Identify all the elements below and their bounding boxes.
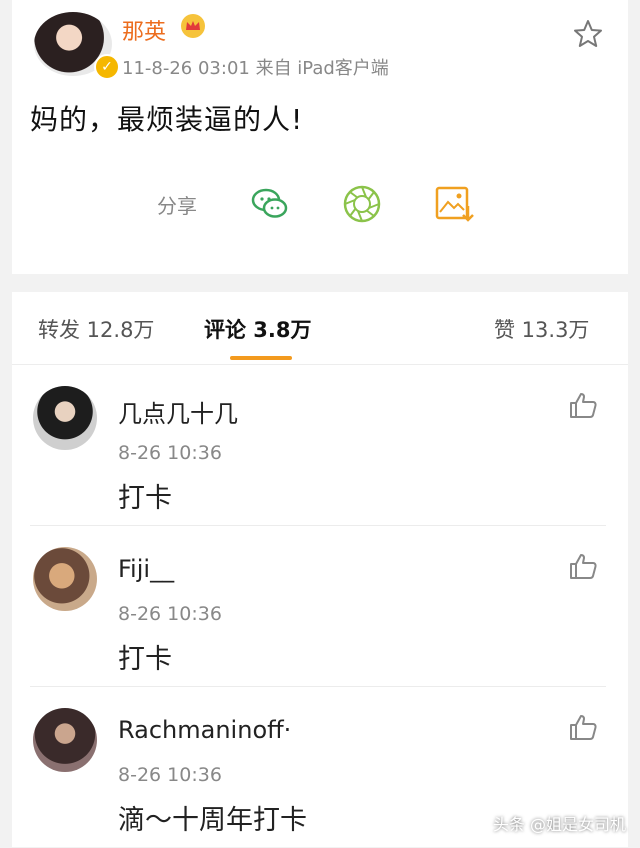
crown-icon xyxy=(181,14,205,38)
comment-time: 8-26 10:36 xyxy=(118,603,222,625)
share-label: 分享 xyxy=(157,194,197,218)
comment-text: 打卡 xyxy=(118,483,172,514)
commenter-avatar[interactable] xyxy=(33,386,97,450)
tab-likes[interactable]: 赞 13.3万 xyxy=(494,314,589,344)
tab-repost[interactable]: 转发 12.8万 xyxy=(38,314,154,344)
commenter-name[interactable]: Rachmaninoff· xyxy=(118,716,291,744)
commenter-name[interactable]: Fiji__ xyxy=(118,555,174,583)
comment-item: Fiji__ 8-26 10:36 打卡 xyxy=(12,527,628,687)
share-row: 分享 xyxy=(12,180,628,232)
star-icon[interactable] xyxy=(572,18,604,50)
active-tab-indicator xyxy=(230,356,292,360)
author-name[interactable]: 那英 xyxy=(122,14,166,46)
moments-icon[interactable] xyxy=(340,182,384,226)
commenter-name[interactable]: 几点几十几 xyxy=(118,394,238,429)
tab-bar: 转发 12.8万 评论 3.8万 赞 13.3万 xyxy=(12,292,628,365)
post-meta: 11-8-26 03:01 来自 iPad客户端 xyxy=(122,58,389,79)
save-image-icon[interactable] xyxy=(432,182,476,226)
watermark: 头条 @姐是女司机 xyxy=(492,815,626,834)
comment-text: 滴～十周年打卡 xyxy=(118,805,307,836)
wechat-icon[interactable] xyxy=(248,182,292,226)
post-card: ✓ 那英 11-8-26 03:01 来自 iPad客户端 妈的，最烦装逼的人!… xyxy=(12,0,628,274)
thumbs-up-icon[interactable] xyxy=(568,390,598,420)
comment-time: 8-26 10:36 xyxy=(118,442,222,464)
author-avatar[interactable]: ✓ xyxy=(34,12,120,80)
comment-divider xyxy=(30,686,606,687)
comments-card: 转发 12.8万 评论 3.8万 赞 13.3万 几点几十几 8-26 10:3… xyxy=(12,292,628,847)
tab-comments[interactable]: 评论 3.8万 xyxy=(204,314,312,344)
post-text: 妈的，最烦装逼的人! xyxy=(30,103,304,136)
thumbs-up-icon[interactable] xyxy=(568,551,598,581)
comment-item: 几点几十几 8-26 10:36 打卡 xyxy=(12,366,628,526)
comment-divider xyxy=(30,525,606,526)
comment-text: 打卡 xyxy=(118,644,172,675)
thumbs-up-icon[interactable] xyxy=(568,712,598,742)
verified-badge-icon: ✓ xyxy=(94,54,120,80)
commenter-avatar[interactable] xyxy=(33,708,97,772)
commenter-avatar[interactable] xyxy=(33,547,97,611)
comment-time: 8-26 10:36 xyxy=(118,764,222,786)
